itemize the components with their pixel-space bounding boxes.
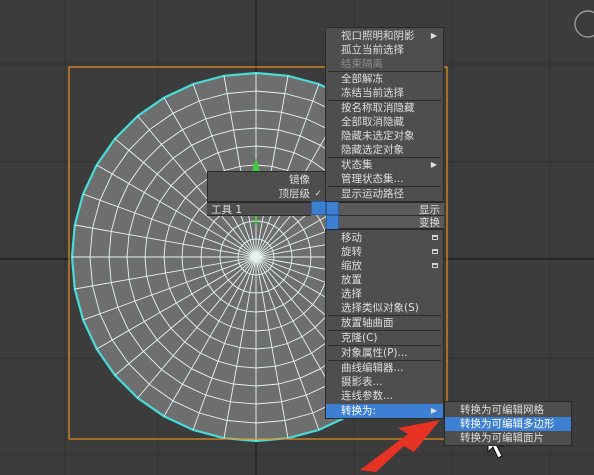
quad-label-tools1-text: 工具 1 bbox=[211, 204, 243, 216]
menu-separator bbox=[328, 100, 441, 101]
menu-item-label: 旋转 bbox=[341, 246, 362, 258]
menu-separator bbox=[328, 71, 441, 72]
menu-item[interactable]: 按名称取消隐藏 bbox=[326, 101, 443, 115]
menu-separator bbox=[328, 315, 441, 316]
menu-item-label: 对象属性(P)... bbox=[341, 347, 408, 359]
menu-item-label: 选择类似对象(S) bbox=[341, 302, 419, 314]
menu-item[interactable]: 连线参数... bbox=[326, 389, 443, 403]
menu-separator bbox=[328, 186, 441, 187]
menu-separator bbox=[328, 157, 441, 158]
menu-item-label: 转换为: bbox=[341, 405, 377, 417]
submenu-arrow-icon: ▶ bbox=[430, 160, 437, 169]
quad-label-tools1: 工具 1 bbox=[207, 202, 311, 216]
menu-item[interactable]: 摄影表... bbox=[326, 375, 443, 389]
menu-item[interactable]: 全部解冻 bbox=[326, 72, 443, 86]
quad-label-transform-text: 变换 bbox=[419, 217, 440, 229]
menu-item[interactable]: 孤立当前选择 bbox=[326, 43, 443, 57]
menu-item-label: 连线参数... bbox=[341, 390, 394, 402]
menu-item-label: 隐藏选定对象 bbox=[341, 144, 404, 156]
menu-item[interactable]: 克隆(C) bbox=[326, 331, 443, 345]
checkmark-icon: ✓ bbox=[314, 189, 322, 199]
menu-separator bbox=[328, 345, 441, 346]
quad-menu-tools1: 镜像 顶层级 ✓ bbox=[207, 171, 329, 202]
menu-item[interactable]: 曲线编辑器... bbox=[326, 361, 443, 375]
menu-item-label: 缩放 bbox=[341, 260, 362, 272]
menu-item-label: 放置 bbox=[341, 274, 362, 286]
menu-item-label: 移动 bbox=[341, 232, 362, 244]
submenu-arrow-icon: ▶ bbox=[430, 406, 437, 415]
options-box-icon[interactable] bbox=[432, 249, 438, 254]
submenu-arrow-icon: ▶ bbox=[430, 31, 437, 40]
convert-to-submenu: 转换为可编辑网格 转换为可编辑多边形 转换为可编辑面片 bbox=[444, 401, 572, 446]
menu-item-label: 管理状态集... bbox=[341, 173, 404, 185]
menu-item-label: 冻结当前选择 bbox=[341, 87, 404, 99]
quad-menu-display: 视口照明和阴影 ▶ 孤立当前选择 结束隔离全部解冻冻结当前选择 按名称取消隐藏 全部取消隐… bbox=[325, 27, 444, 202]
menu-item[interactable]: 转换为: ▶ bbox=[326, 404, 443, 418]
quad-label-transform: 变换 bbox=[339, 215, 444, 229]
menu-item[interactable]: 冻结当前选择 bbox=[326, 86, 443, 100]
menu-item[interactable]: 全部取消隐藏 bbox=[326, 115, 443, 129]
menu-item-label: 孤立当前选择 bbox=[341, 44, 404, 56]
menu-item-label: 结束隔离 bbox=[341, 58, 383, 70]
quad-selector-bottomright[interactable] bbox=[326, 215, 339, 230]
menu-item[interactable]: 对象属性(P)... bbox=[326, 346, 443, 360]
quad-label-display: 显示 bbox=[339, 202, 444, 216]
menu-item-label: 按名称取消隐藏 bbox=[341, 102, 415, 114]
menu-item-top-level[interactable]: 顶层级 ✓ bbox=[208, 187, 328, 201]
menu-item[interactable]: 缩放 bbox=[326, 259, 443, 273]
submenu-item-label: 转换为可编辑网格 bbox=[460, 404, 544, 416]
menu-item-label: 克隆(C) bbox=[341, 332, 378, 344]
menu-separator bbox=[328, 360, 441, 361]
menu-item[interactable]: 隐藏未选定对象 bbox=[326, 129, 443, 143]
menu-item-label: 状态集 bbox=[341, 159, 373, 171]
menu-item[interactable]: 放置 bbox=[326, 273, 443, 287]
menu-item[interactable]: 状态集 ▶ bbox=[326, 158, 443, 172]
quad-menu-transform: 移动旋转缩放放置选择选择类似对象(S) 放置轴曲面克隆(C) 对象属性(P)... 曲… bbox=[325, 229, 444, 419]
menu-item-label: 视口照明和阴影 bbox=[341, 30, 415, 42]
menu-item-label: 曲线编辑器... bbox=[341, 362, 404, 374]
submenu-item[interactable]: 转换为可编辑面片 bbox=[445, 431, 571, 445]
menu-item-label: 隐藏未选定对象 bbox=[341, 130, 415, 142]
submenu-item[interactable]: 转换为可编辑网格 bbox=[445, 403, 571, 417]
menu-item[interactable]: 移动 bbox=[326, 231, 443, 245]
menu-item[interactable]: 管理状态集... bbox=[326, 172, 443, 186]
menu-item[interactable]: 选择类似对象(S) bbox=[326, 301, 443, 315]
menu-item-label: 选择 bbox=[341, 288, 362, 300]
menu-item-label: 全部取消隐藏 bbox=[341, 116, 404, 128]
quad-selector-topleft[interactable] bbox=[311, 201, 326, 215]
menu-item-label: 全部解冻 bbox=[341, 73, 383, 85]
menu-item[interactable]: 显示运动路径 bbox=[326, 187, 443, 201]
menu-item[interactable]: 隐藏选定对象 bbox=[326, 143, 443, 157]
menu-item[interactable]: 选择 bbox=[326, 287, 443, 301]
menu-item-label: 显示运动路径 bbox=[341, 188, 404, 200]
menu-item[interactable]: 旋转 bbox=[326, 245, 443, 259]
menu-item-label: 顶层级 bbox=[278, 188, 311, 200]
menu-item-label: 镜像 bbox=[289, 174, 310, 186]
options-box-icon[interactable] bbox=[432, 235, 438, 240]
menu-item[interactable]: 放置轴曲面 bbox=[326, 316, 443, 330]
menu-item[interactable]: 结束隔离 bbox=[326, 57, 443, 71]
menu-item[interactable]: 视口照明和阴影 ▶ bbox=[326, 29, 443, 43]
submenu-item-label: 转换为可编辑面片 bbox=[460, 432, 544, 444]
quad-selector-topright[interactable] bbox=[326, 201, 339, 215]
submenu-item[interactable]: 转换为可编辑多边形 bbox=[445, 417, 571, 431]
menu-item-mirror[interactable]: 镜像 bbox=[208, 173, 328, 187]
options-box-icon[interactable] bbox=[432, 263, 438, 268]
menu-separator bbox=[328, 330, 441, 331]
menu-item-label: 放置轴曲面 bbox=[341, 317, 394, 329]
menu-item-label: 摄影表... bbox=[341, 376, 383, 388]
submenu-item-label: 转换为可编辑多边形 bbox=[460, 418, 555, 430]
